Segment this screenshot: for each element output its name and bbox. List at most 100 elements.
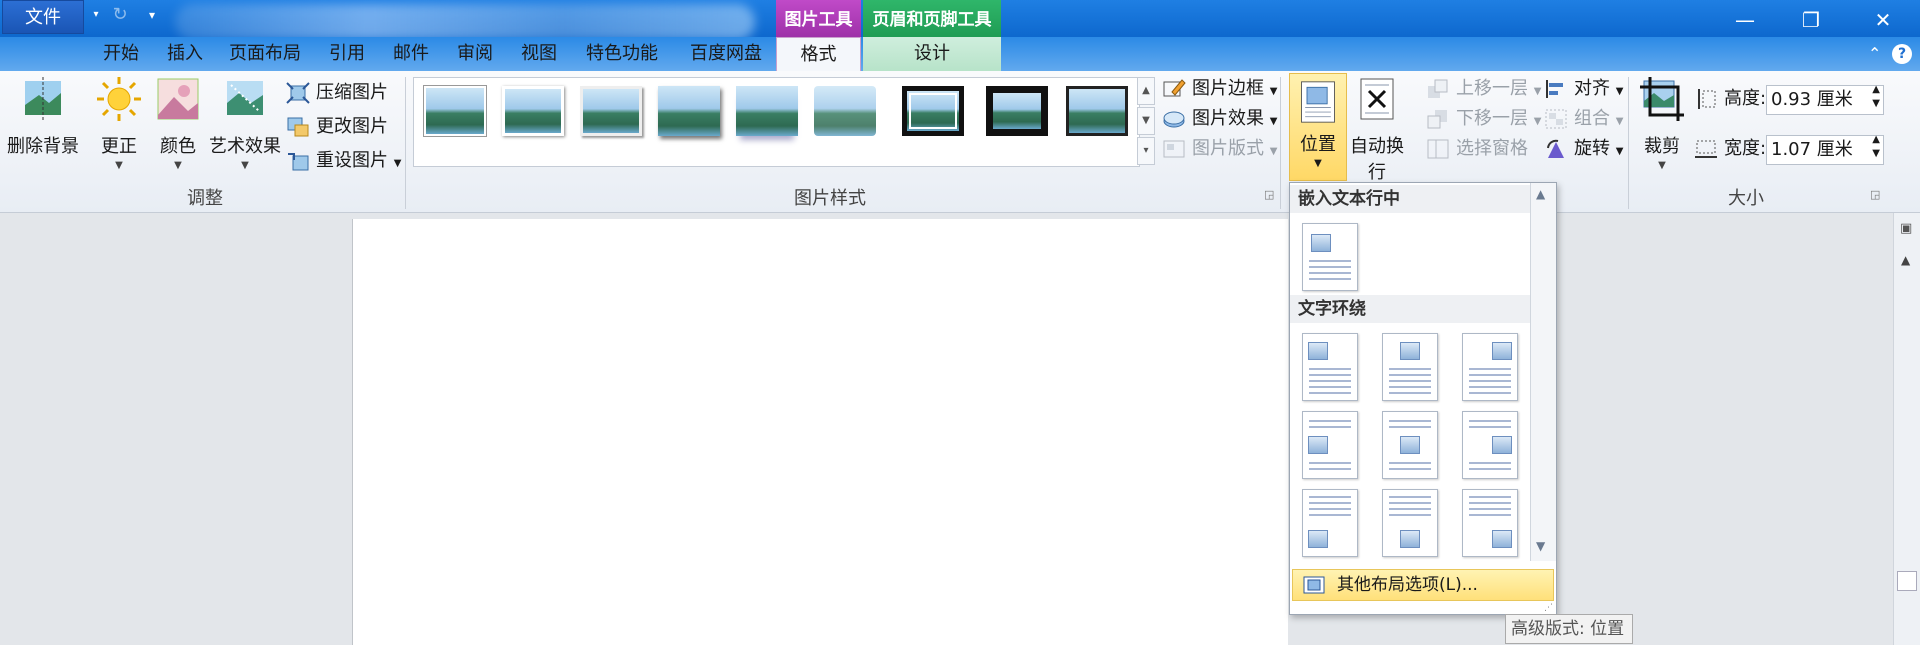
align-button[interactable]: 对齐 ▼	[1544, 75, 1623, 103]
style-thumbnail[interactable]	[580, 86, 642, 136]
style-thumbnail[interactable]	[658, 86, 720, 136]
redo-icon[interactable]: ↻	[108, 3, 132, 27]
layout-options-icon	[1303, 576, 1325, 594]
title-bar: W ↶ ▾ ↻ ▾ 图片工具 页眉和页脚工具 — ❐ ✕	[0, 0, 1920, 40]
tab-review[interactable]: 审阅	[450, 37, 500, 71]
tab-design[interactable]: 设计	[863, 37, 1001, 71]
style-thumbnail[interactable]	[1066, 86, 1128, 136]
gallery-scroll-up-icon[interactable]: ▲	[1137, 77, 1155, 105]
position-option-middle-right[interactable]	[1462, 411, 1518, 479]
wrap-text-label: 自动换行	[1350, 136, 1404, 183]
gallery-scroll-down-icon[interactable]: ▼	[1137, 107, 1155, 135]
more-layout-options-label: 其他布局选项(L)...	[1337, 575, 1478, 595]
group-button[interactable]: 组合 ▼	[1544, 105, 1623, 133]
scroll-up-icon[interactable]: ▲	[1901, 253, 1910, 267]
position-option-bottom-center[interactable]	[1382, 489, 1438, 557]
more-layout-options-button[interactable]: 其他布局选项(L)...	[1292, 569, 1554, 601]
tab-home[interactable]: 开始	[96, 37, 146, 71]
corrections-button[interactable]: 更正 ▼	[90, 75, 148, 171]
scroll-thumb[interactable]	[1897, 571, 1917, 591]
restore-icon[interactable]: ❐	[1788, 4, 1834, 36]
height-spinner-icon[interactable]: ▲ ▼	[1872, 83, 1880, 111]
dropdown-scrollbar[interactable]: ▲ ▼	[1530, 183, 1556, 561]
compress-pictures-button[interactable]: 压缩图片	[286, 79, 388, 107]
picture-tools-context: 图片工具	[776, 0, 861, 40]
selection-pane-button[interactable]: 选择窗格	[1426, 135, 1528, 163]
position-option-top-left[interactable]	[1302, 333, 1358, 401]
color-button[interactable]: 颜色 ▼	[152, 75, 204, 171]
gallery-more-icon[interactable]: ▾	[1137, 137, 1155, 165]
crop-button[interactable]: 裁剪 ▼	[1634, 75, 1690, 171]
bring-forward-button[interactable]: 上移一层 ▼	[1426, 75, 1541, 103]
tab-format[interactable]: 格式	[776, 37, 861, 73]
style-thumbnail[interactable]	[502, 86, 564, 136]
undo-dropdown-icon[interactable]: ▾	[84, 3, 108, 27]
position-option-top-center[interactable]	[1382, 333, 1438, 401]
send-backward-button[interactable]: 下移一层 ▼	[1426, 105, 1541, 133]
resize-grip-icon[interactable]: ⋰	[1544, 603, 1553, 613]
style-thumbnail[interactable]	[736, 86, 798, 136]
minimize-icon[interactable]: —	[1722, 4, 1768, 36]
position-option-top-right[interactable]	[1462, 333, 1518, 401]
position-option-bottom-right[interactable]	[1462, 489, 1518, 557]
tab-baidu[interactable]: 百度网盘	[682, 37, 770, 71]
reset-picture-button[interactable]: 重设图片 ▼	[286, 147, 401, 175]
position-option-bottom-left[interactable]	[1302, 489, 1358, 557]
position-button[interactable]: 位置 ▼	[1289, 73, 1347, 181]
group-separator	[1280, 77, 1281, 209]
rotate-dropdown-icon: ▼	[1615, 146, 1624, 157]
tab-insert[interactable]: 插入	[160, 37, 210, 71]
width-spinner-icon[interactable]: ▲ ▼	[1872, 133, 1880, 161]
tab-file[interactable]: 文件	[2, 0, 84, 34]
corrections-label: 更正	[101, 136, 137, 157]
position-option-middle-center[interactable]	[1382, 411, 1438, 479]
height-input[interactable]: 0.93 厘米 ▲ ▼	[1766, 83, 1884, 115]
style-thumbnail[interactable]	[424, 86, 486, 136]
close-icon[interactable]: ✕	[1860, 4, 1906, 36]
send-backward-dropdown-icon: ▼	[1533, 116, 1542, 127]
style-thumbnail[interactable]	[902, 86, 964, 136]
dropdown-scroll-up-icon[interactable]: ▲	[1536, 187, 1545, 201]
change-picture-button[interactable]: 更改图片	[286, 113, 388, 141]
position-option-inline[interactable]	[1302, 223, 1358, 291]
size-dialog-launcher-icon[interactable]: ◲	[1870, 188, 1880, 201]
wrap-text-button[interactable]: 自动换行 ▼	[1346, 75, 1408, 197]
color-label: 颜色	[160, 136, 196, 157]
picture-effects-dropdown-icon: ▼	[1269, 116, 1278, 127]
picture-layout-button[interactable]: 图片版式 ▼	[1162, 135, 1277, 163]
customize-qat-icon[interactable]: ▾	[140, 3, 164, 27]
vertical-scrollbar[interactable]: ▣ ▲	[1893, 213, 1920, 645]
compress-icon	[286, 82, 310, 104]
tab-page-layout[interactable]: 页面布局	[225, 37, 305, 71]
artistic-effects-button[interactable]: 艺术效果 ▼	[206, 75, 284, 171]
rotate-button[interactable]: 旋转 ▼	[1544, 135, 1623, 163]
tab-mailings[interactable]: 邮件	[386, 37, 436, 71]
style-thumbnail[interactable]	[986, 86, 1048, 136]
height-label: 高度:	[1724, 88, 1767, 109]
picture-border-button[interactable]: 图片边框 ▼	[1162, 75, 1277, 103]
send-backward-label: 下移一层	[1456, 108, 1528, 129]
rotate-label: 旋转	[1574, 138, 1610, 159]
remove-background-button[interactable]: 删除背景	[4, 75, 82, 158]
document-page[interactable]	[352, 219, 1288, 645]
width-input[interactable]: 1.07 厘米 ▲ ▼	[1766, 133, 1884, 165]
group-label: 组合	[1574, 108, 1610, 129]
tab-references[interactable]: 引用	[322, 37, 372, 71]
dropdown-scroll-down-icon[interactable]: ▼	[1536, 539, 1545, 553]
tab-special[interactable]: 特色功能	[578, 37, 666, 71]
ruler-toggle-icon[interactable]: ▣	[1900, 221, 1912, 236]
picture-layout-dropdown-icon: ▼	[1269, 146, 1278, 157]
picture-effects-button[interactable]: 图片效果 ▼	[1162, 105, 1277, 133]
dialog-launcher-icon[interactable]: ◲	[1264, 188, 1274, 201]
position-option-middle-left[interactable]	[1302, 411, 1358, 479]
style-thumbnail[interactable]	[814, 86, 876, 136]
position-dropdown: 嵌入文本行中 文字环绕 ▲ ▼ 其他布局选项(L)... ⋰	[1289, 182, 1557, 615]
tab-view[interactable]: 视图	[514, 37, 564, 71]
header-footer-tools-context: 页眉和页脚工具	[863, 0, 1001, 40]
picture-border-label: 图片边框	[1192, 78, 1264, 99]
ribbon-collapse-icon[interactable]: ⌃	[1868, 44, 1881, 63]
corrections-dropdown-icon: ▼	[115, 160, 123, 171]
group-label-size: 大小	[1728, 188, 1764, 209]
help-icon[interactable]: ?	[1892, 44, 1912, 64]
sun-icon	[97, 77, 141, 121]
